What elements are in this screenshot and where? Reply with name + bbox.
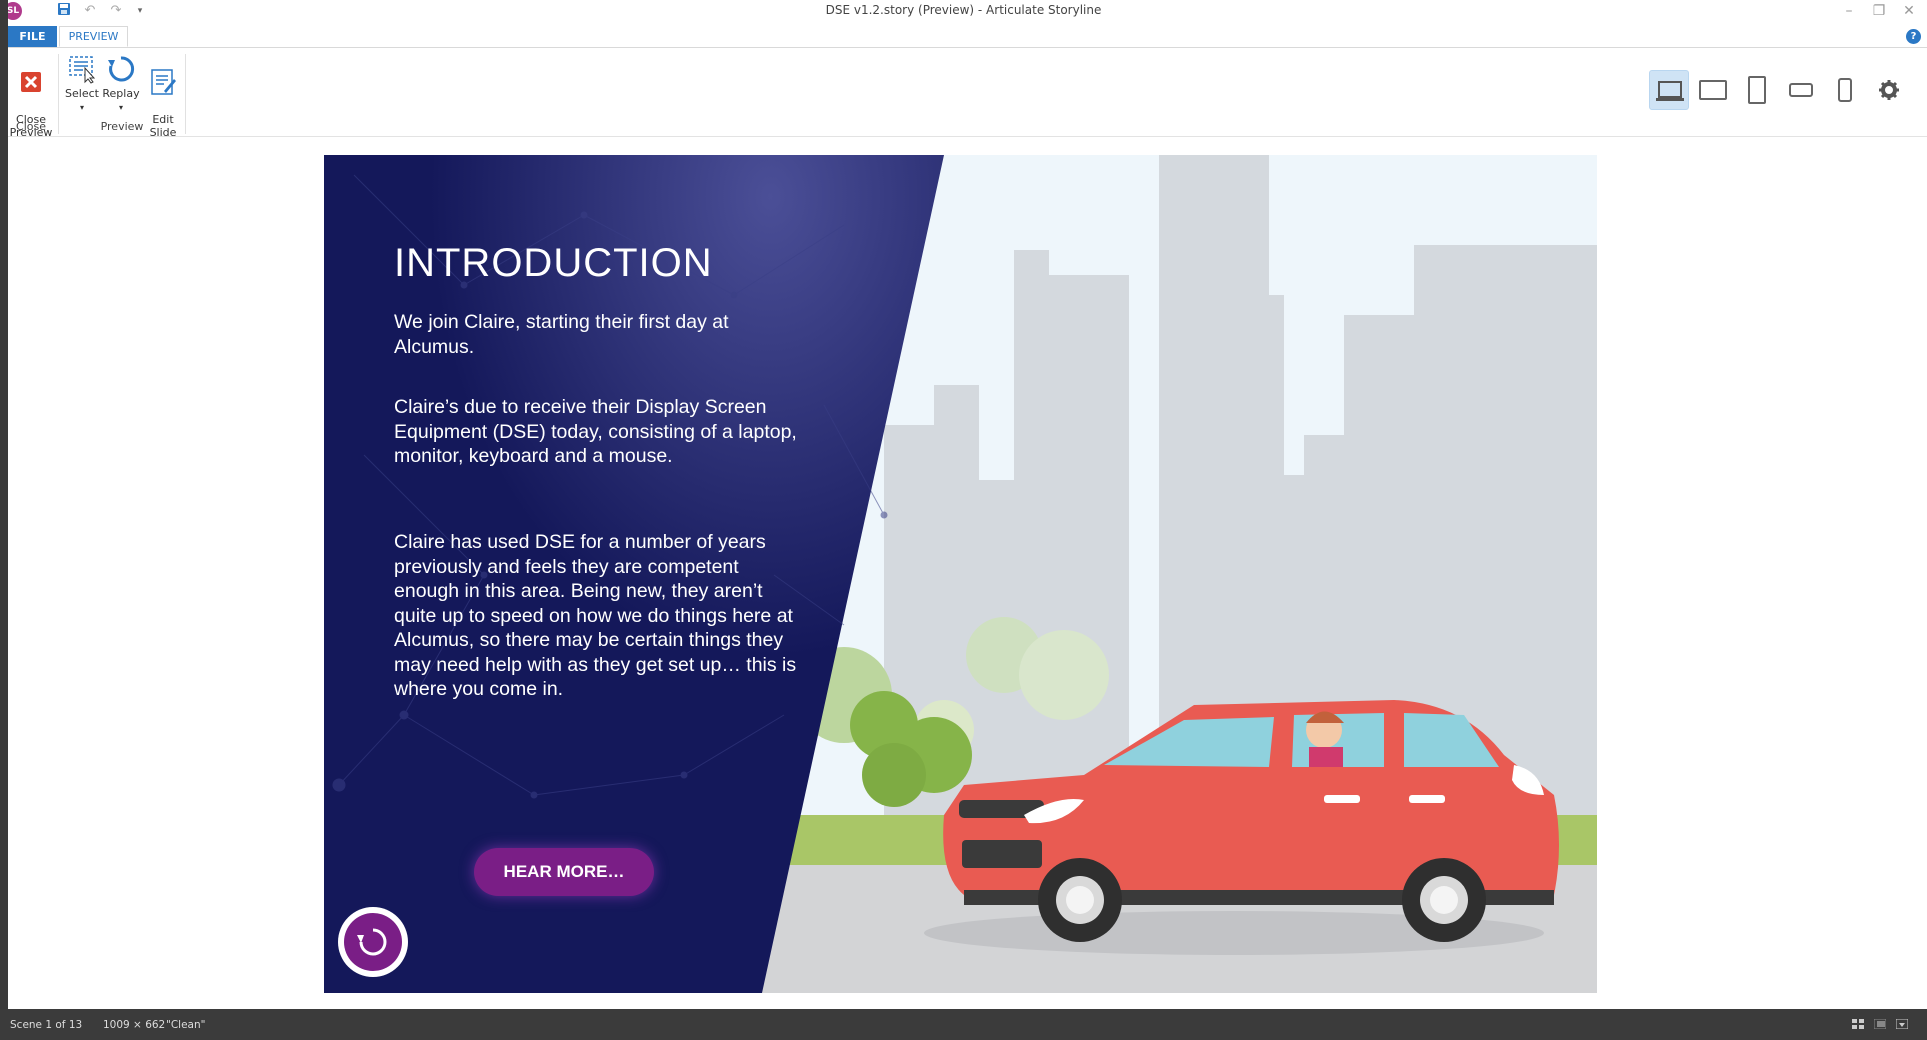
group-divider xyxy=(58,54,59,134)
slide-canvas: INTRODUCTION We join Claire, starting th… xyxy=(324,155,1597,993)
laptop-view-button[interactable] xyxy=(1649,70,1689,110)
replay-arrow-icon xyxy=(357,928,387,956)
theme-name: "Clean" xyxy=(166,1019,206,1031)
replay-dropdown-icon[interactable]: ▾ xyxy=(119,103,123,112)
select-dropdown-icon[interactable]: ▾ xyxy=(80,103,84,112)
select-icon xyxy=(69,56,96,84)
close-window-button[interactable]: ✕ xyxy=(1897,0,1921,22)
phone-landscape-view-button[interactable] xyxy=(1781,70,1821,110)
slide-dimensions: 1009 × 662 xyxy=(103,1019,166,1031)
minimize-button[interactable]: – xyxy=(1837,0,1861,22)
status-bar: Scene 1 of 13 1009 × 662 "Clean" xyxy=(0,1009,1927,1040)
tab-preview[interactable]: PREVIEW xyxy=(59,26,128,47)
ribbon-tabs: FILE PREVIEW ? xyxy=(0,26,1927,48)
slide-title: INTRODUCTION xyxy=(394,241,713,285)
phone-portrait-view-button[interactable] xyxy=(1825,70,1865,110)
select-label: Select xyxy=(65,87,99,100)
tablet-portrait-view-button[interactable] xyxy=(1737,70,1777,110)
fit-view-icon[interactable] xyxy=(1896,1019,1908,1029)
edit-slide-icon xyxy=(151,69,176,95)
replay-label: Replay xyxy=(102,87,140,100)
intro-paragraph-2: Claire’s due to receive their Display Sc… xyxy=(394,396,797,467)
ribbon: Close Preview Close Select ▾ Replay ▾ Edit… xyxy=(0,48,1927,139)
laptop-icon xyxy=(1656,81,1684,101)
grid-view-icon[interactable] xyxy=(1852,1019,1864,1029)
window-left-edge xyxy=(0,0,8,1009)
select-button[interactable]: Select ▾ xyxy=(62,54,102,114)
replay-button[interactable]: Replay ▾ xyxy=(100,54,142,114)
title-bar: SL ↶ ↷ ▾ DSE v1.2.story (Preview) - Arti… xyxy=(0,0,1927,22)
tablet-landscape-view-button[interactable] xyxy=(1693,70,1733,110)
tablet-landscape-icon xyxy=(1699,80,1727,100)
phone-landscape-icon xyxy=(1789,83,1813,97)
preview-group-label: Preview xyxy=(100,120,144,133)
intro-paragraph-3: Claire has used DSE for a number of year… xyxy=(394,531,797,700)
normal-view-icon[interactable] xyxy=(1874,1019,1886,1029)
restore-button[interactable]: ❐ xyxy=(1867,0,1891,22)
tab-file[interactable]: FILE xyxy=(8,26,57,47)
intro-paragraph-1: We join Claire, starting their first day… xyxy=(394,311,729,358)
slide-replay-button[interactable] xyxy=(338,907,408,977)
close-preview-icon xyxy=(21,72,41,92)
tablet-portrait-icon xyxy=(1748,76,1766,104)
hear-more-button[interactable]: HEAR MORE… xyxy=(474,848,654,896)
close-group-label: Close xyxy=(16,120,46,133)
settings-button[interactable] xyxy=(1869,70,1909,110)
help-icon[interactable]: ? xyxy=(1906,29,1921,44)
group-divider xyxy=(185,54,186,134)
replay-icon xyxy=(108,56,135,82)
phone-portrait-icon xyxy=(1838,78,1852,102)
gear-icon xyxy=(1879,80,1899,100)
scene-indicator: Scene 1 of 13 xyxy=(10,1019,83,1031)
window-title: DSE v1.2.story (Preview) - Articulate St… xyxy=(825,3,1102,17)
